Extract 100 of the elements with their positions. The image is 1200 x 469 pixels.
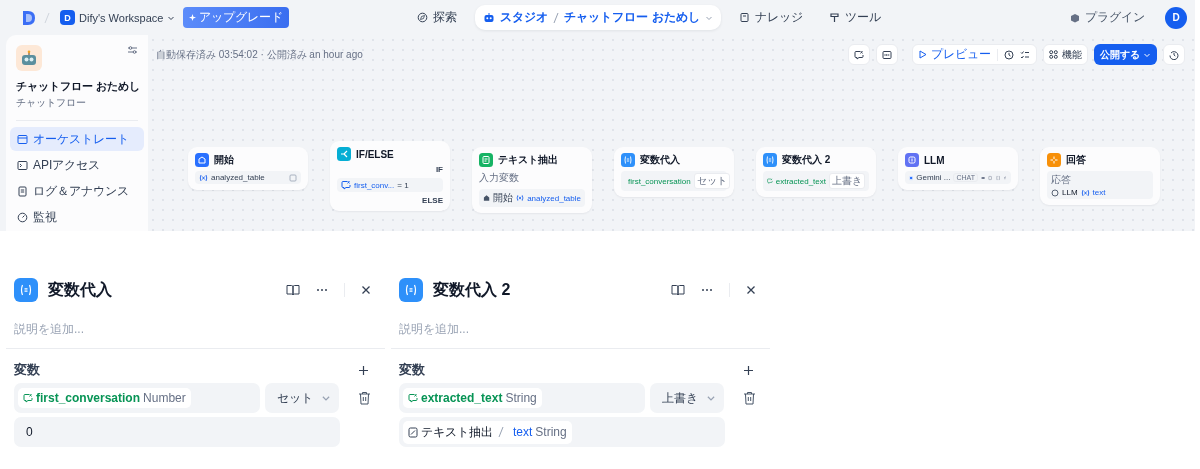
chevron-down-icon [321, 393, 331, 403]
history-icon [1169, 49, 1179, 60]
variable-icon [1080, 188, 1090, 197]
node-type-icon [399, 278, 423, 302]
sliders-icon[interactable] [127, 45, 138, 55]
conversation-variable-icon [23, 393, 33, 403]
play-icon [919, 50, 927, 59]
else-port-label: ELSE [421, 196, 443, 205]
variable-name: first_conversation [628, 176, 691, 186]
app-icon [16, 45, 42, 71]
source-node-name: LLM [1062, 188, 1078, 197]
compass-icon [417, 12, 429, 23]
add-icon[interactable] [358, 364, 369, 376]
variable-field[interactable]: extracted_text String [399, 383, 645, 413]
input-label: 入力変数 [479, 171, 520, 185]
workspace-switcher[interactable]: D Dify's Workspace [58, 8, 178, 27]
conversation-variable-icon [767, 176, 773, 186]
value-field[interactable]: 0 [14, 417, 340, 447]
node-title: LLM [924, 154, 945, 166]
answer-label: 応答 [1051, 173, 1072, 187]
hammer-icon [828, 12, 840, 23]
book-icon[interactable] [286, 284, 300, 296]
description-field[interactable]: 説明を追加... [14, 318, 314, 340]
separator-icon [498, 426, 504, 438]
cube-icon [1070, 12, 1080, 23]
sidebar-item[interactable]: オーケストレート [10, 127, 144, 151]
terminal-icon [17, 159, 28, 171]
add-icon[interactable] [743, 364, 754, 376]
checklist-icon [1020, 49, 1030, 60]
delete-icon[interactable] [358, 391, 371, 405]
variable-field[interactable]: first_conversation Number [14, 383, 260, 413]
node-type-icon [14, 278, 38, 302]
variable-name: extracted_text [775, 176, 826, 186]
panel-title: 変数代入 2 [433, 279, 512, 300]
workflow-node[interactable]: 変数代入 2 extracted_text 上書き [756, 147, 876, 197]
workflow-node[interactable]: IF/ELSE IF first_conv... = 1 ELSE [330, 141, 450, 211]
clock-icon [1004, 49, 1014, 60]
conversation-variable-icon [408, 393, 418, 403]
delete-icon[interactable] [743, 391, 756, 405]
book-icon[interactable] [671, 284, 685, 296]
nav-tab[interactable]: 探索 [409, 5, 466, 30]
operation-select[interactable]: 上書き [650, 383, 724, 413]
node-type-icon [621, 153, 635, 167]
section-title: 変数 [14, 361, 40, 379]
home-icon [483, 194, 491, 202]
nav-tab[interactable]: ナレッジ [730, 5, 811, 30]
conversation-variables-button[interactable] [848, 44, 870, 65]
variable-name: analyzed_table [527, 193, 581, 203]
workflow-node[interactable]: 開始 analyzed_table [188, 147, 308, 190]
model-icon [909, 173, 914, 182]
node-icon [1051, 188, 1059, 197]
workflow-node[interactable]: 変数代入 first_conversation セット [614, 147, 734, 197]
logo-icon [22, 9, 36, 26]
checklist-button[interactable] [1020, 49, 1030, 60]
node-title: 開始 [214, 153, 234, 167]
description-field[interactable]: 説明を追加... [399, 318, 699, 340]
version-history-button[interactable] [1163, 44, 1185, 65]
grid-icon [1049, 50, 1058, 59]
features-button[interactable]: 機能 [1043, 44, 1088, 65]
node-title: 回答 [1066, 153, 1086, 167]
workspace-name: Dify's Workspace [79, 11, 164, 24]
upgrade-button[interactable]: アップグレード [183, 7, 290, 28]
node-type-icon [195, 153, 209, 167]
close-icon[interactable] [746, 285, 756, 295]
sidebar-item[interactable]: ログ＆アナウンス [10, 179, 144, 203]
variable-name: text [1092, 188, 1106, 197]
close-icon[interactable] [361, 285, 371, 295]
sidebar-item[interactable]: 監視 [10, 205, 144, 229]
environment-variables-button[interactable] [876, 44, 898, 65]
plugins-link[interactable]: プラグイン [1070, 9, 1145, 26]
model-name: Gemini ... [916, 173, 951, 182]
panel-title: 変数代入 [48, 279, 113, 300]
table-icon [289, 173, 297, 182]
workflow-node[interactable]: テキスト抽出 入力変数 開始 analyzed_table [472, 147, 592, 213]
if-port-label: IF [434, 165, 443, 174]
workspace-avatar: D [60, 10, 75, 25]
operation-tag: セット [693, 173, 730, 189]
nav-tab[interactable]: スタジオ チャットフロー おためし [475, 5, 721, 30]
app-name: チャットフロー おためし [16, 79, 142, 94]
workflow-node[interactable]: 回答 応答 LLM text [1040, 147, 1160, 205]
value-field[interactable]: テキスト抽出 text String [399, 417, 725, 447]
more-icon[interactable] [316, 288, 328, 292]
node-type-icon [479, 153, 493, 167]
book-icon [738, 12, 750, 23]
more-icon[interactable] [701, 288, 713, 292]
nav-tab[interactable]: ツール [820, 5, 889, 30]
publish-button[interactable]: 公開する [1094, 44, 1157, 65]
run-history-button[interactable] [1004, 49, 1014, 60]
user-avatar[interactable]: D [1165, 6, 1187, 29]
operation-select[interactable]: セット [265, 383, 339, 413]
node-type-icon [905, 153, 919, 167]
sparkle-icon [189, 14, 197, 21]
node-title: テキスト抽出 [498, 153, 558, 167]
robot-icon [483, 12, 496, 23]
node-type-icon [763, 153, 777, 167]
gauge-icon [17, 211, 28, 223]
conversation-variable-icon [854, 49, 864, 60]
sidebar-item[interactable]: APIアクセス [10, 153, 144, 177]
layout-icon [17, 133, 28, 145]
brackets-icon [995, 173, 1000, 182]
